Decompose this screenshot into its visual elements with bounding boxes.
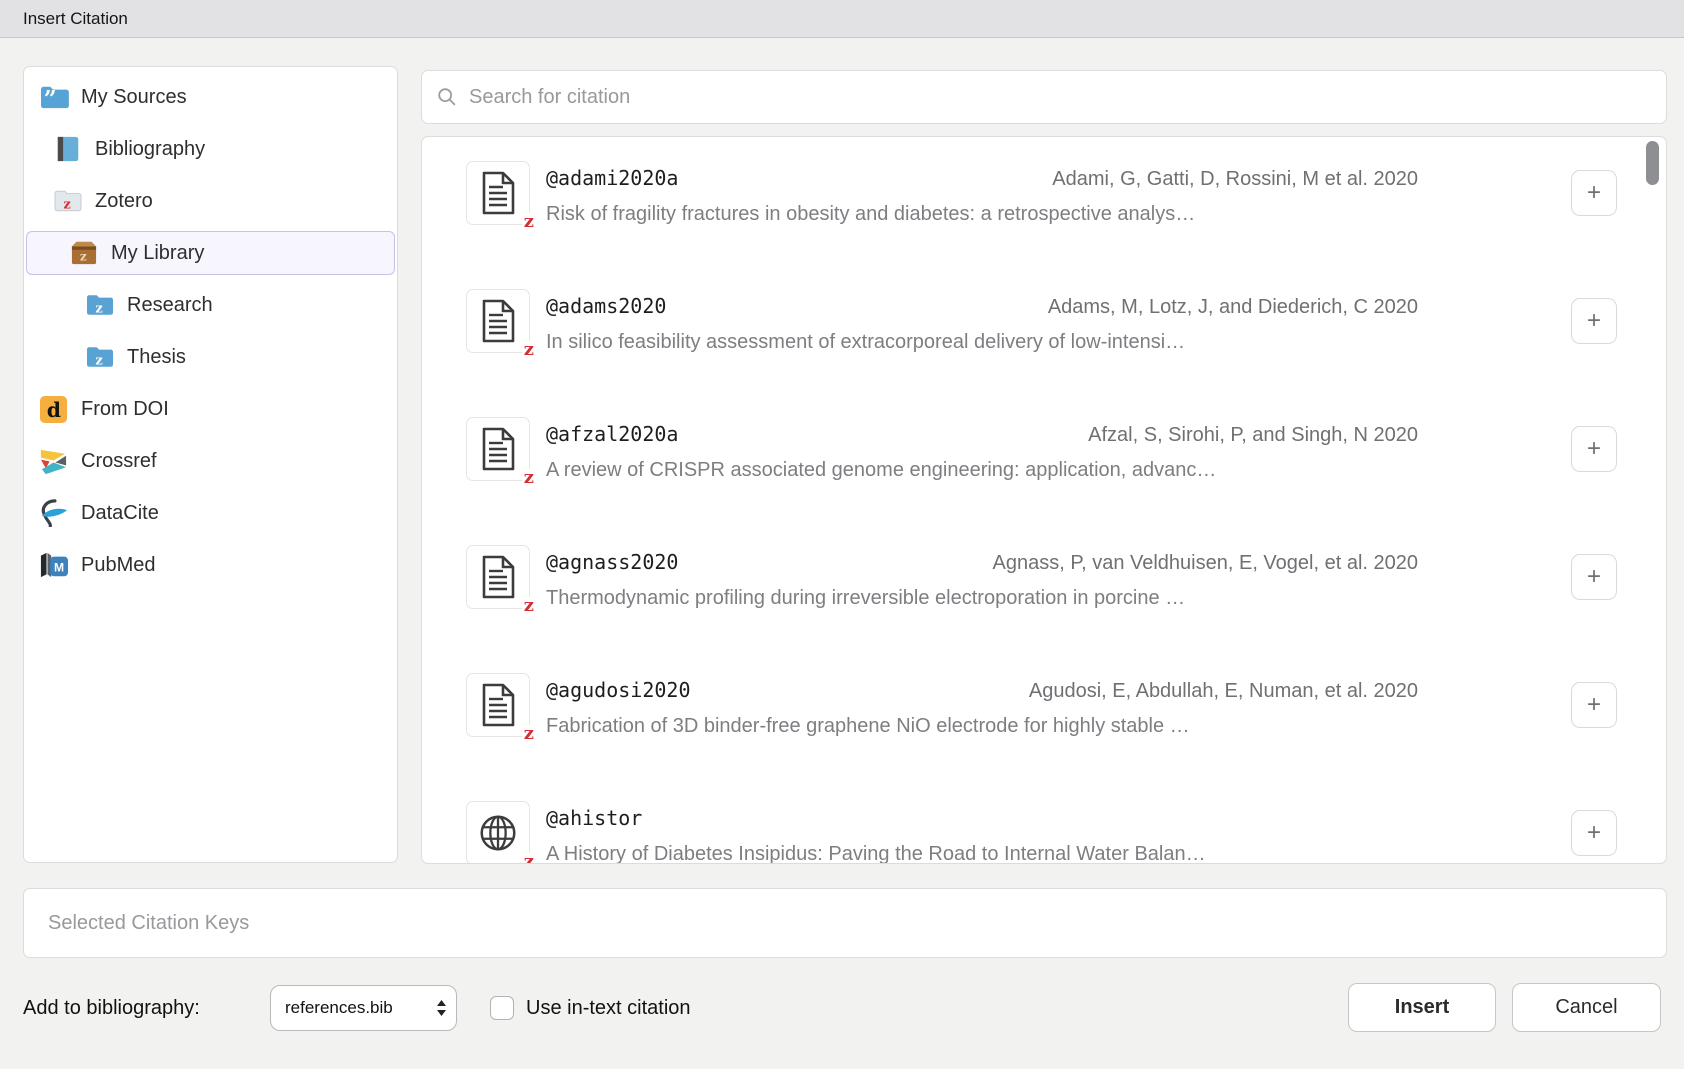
search-icon <box>436 86 458 108</box>
citation-title: In silico feasibility assessment of extr… <box>546 331 1436 354</box>
citation-row: z @agnass2020 Agnass, P, van Veldhuisen, E… <box>422 545 1667 609</box>
citation-title: Risk of fragility fractures in obesity a… <box>546 203 1436 226</box>
svg-text:z: z <box>95 301 102 316</box>
citation-key: @adami2020a <box>546 166 678 190</box>
citation-authors: Afzal, S, Sirohi, P, and Singh, N 2020 <box>1088 424 1418 447</box>
citation-key: @agnass2020 <box>546 550 678 574</box>
document-icon: z <box>466 673 530 737</box>
citation-key: @adams2020 <box>546 294 666 318</box>
sidebar-item-crossref[interactable]: Crossref <box>26 439 395 483</box>
citation-authors: Agnass, P, van Veldhuisen, E, Vogel, et … <box>993 552 1419 575</box>
globe-icon: z <box>466 801 530 864</box>
sidebar-item-label: Bibliography <box>95 138 205 161</box>
sidebar-item-label: Zotero <box>95 190 153 213</box>
citation-row: z @adami2020a Adami, G, Gatti, D, Rossini,… <box>422 161 1667 225</box>
citation-key: @ahistor <box>546 806 642 830</box>
sidebar-item-label: My Library <box>111 242 204 265</box>
svg-text:M: M <box>54 561 64 575</box>
use-intext-citation-label: Use in-text citation <box>526 983 691 1033</box>
zotero-badge-icon: z <box>522 597 536 614</box>
zotero-badge-icon: z <box>522 469 536 486</box>
datacite-icon <box>38 498 69 528</box>
selected-citation-keys-input[interactable] <box>46 911 1644 936</box>
sidebar-item-label: My Sources <box>81 86 187 109</box>
citation-list: z @adami2020a Adami, G, Gatti, D, Rossini,… <box>421 136 1667 864</box>
document-icon: z <box>466 289 530 353</box>
citation-key: @afzal2020a <box>546 422 678 446</box>
bibliography-icon <box>52 134 83 164</box>
bibliography-file-select[interactable]: references.bib <box>270 985 457 1031</box>
dialog-titlebar: Insert Citation <box>0 0 1684 38</box>
collection-icon: z <box>84 290 115 320</box>
sidebar-item-label: Research <box>127 294 213 317</box>
pubmed-icon: M <box>38 550 69 580</box>
add-citation-button[interactable]: + <box>1571 682 1617 728</box>
sidebar-item-research[interactable]: z Research <box>26 283 395 327</box>
sidebar-item-from-doi[interactable]: d From DOI <box>26 387 395 431</box>
citation-authors: Agudosi, E, Abdullah, E, Numan, et al. 2… <box>1029 680 1418 703</box>
citation-key: @agudosi2020 <box>546 678 691 702</box>
zotero-badge-icon: z <box>522 853 536 864</box>
citation-title: Fabrication of 3D binder-free graphene N… <box>546 715 1436 738</box>
document-icon: z <box>466 545 530 609</box>
sidebar-item-label: From DOI <box>81 398 169 421</box>
crossref-icon <box>38 446 69 476</box>
svg-text:z: z <box>79 249 86 263</box>
svg-text:”: ” <box>43 86 56 110</box>
sidebar-item-my-library[interactable]: z My Library <box>26 231 395 275</box>
citation-row: z @afzal2020a Afzal, S, Sirohi, P, and Sin… <box>422 417 1667 481</box>
citation-authors: Adami, G, Gatti, D, Rossini, M et al. 20… <box>1052 168 1418 191</box>
sidebar-item-pubmed[interactable]: M PubMed <box>26 543 395 587</box>
citation-title: Thermodynamic profiling during irreversi… <box>546 587 1436 610</box>
collection-icon: z <box>84 342 115 372</box>
svg-text:z: z <box>95 353 102 368</box>
citation-title: A History of Diabetes Insipidus: Paving … <box>546 843 1436 864</box>
citation-search-box[interactable] <box>421 70 1667 124</box>
bibliography-file-value: references.bib <box>285 998 393 1018</box>
selected-citation-keys-field[interactable] <box>23 888 1667 958</box>
sidebar-item-zotero[interactable]: z Zotero <box>26 179 395 223</box>
document-icon: z <box>466 161 530 225</box>
zotero-badge-icon: z <box>522 341 536 358</box>
select-arrows-icon <box>436 999 447 1017</box>
citation-authors: Adams, M, Lotz, J, and Diederich, C 2020 <box>1048 296 1418 319</box>
cancel-button[interactable]: Cancel <box>1512 983 1661 1032</box>
sidebar-item-label: Thesis <box>127 346 186 369</box>
add-citation-button[interactable]: + <box>1571 170 1617 216</box>
zotero-icon: z <box>52 186 83 216</box>
zotero-badge-icon: z <box>522 725 536 742</box>
svg-text:z: z <box>63 197 70 212</box>
sources-sidebar: ” My Sources Bibliography z Zotero z My Librar… <box>23 66 398 863</box>
citation-row: z @ahistor A History of Diabetes Insipidus… <box>422 801 1667 864</box>
my-library-icon: z <box>68 238 99 268</box>
dialog-title: Insert Citation <box>23 9 128 29</box>
add-to-bibliography-label: Add to bibliography: <box>23 983 200 1033</box>
citation-row: z @adams2020 Adams, M, Lotz, J, and Dieder… <box>422 289 1667 353</box>
citation-row: z @agudosi2020 Agudosi, E, Abdullah, E, Nu… <box>422 673 1667 737</box>
sidebar-item-my-sources[interactable]: ” My Sources <box>26 75 395 119</box>
my-sources-icon: ” <box>38 82 69 112</box>
sidebar-item-label: DataCite <box>81 502 159 525</box>
zotero-badge-icon: z <box>522 213 536 230</box>
doi-icon: d <box>38 394 69 424</box>
sidebar-item-label: Crossref <box>81 450 157 473</box>
add-citation-button[interactable]: + <box>1571 426 1617 472</box>
use-intext-citation-checkbox[interactable] <box>490 996 514 1020</box>
add-citation-button[interactable]: + <box>1571 554 1617 600</box>
insert-button[interactable]: Insert <box>1348 983 1496 1032</box>
citation-title: A review of CRISPR associated genome eng… <box>546 459 1436 482</box>
sidebar-item-datacite[interactable]: DataCite <box>26 491 395 535</box>
sidebar-item-thesis[interactable]: z Thesis <box>26 335 395 379</box>
add-citation-button[interactable]: + <box>1571 298 1617 344</box>
search-input[interactable] <box>467 85 1652 110</box>
sidebar-item-label: PubMed <box>81 554 156 577</box>
add-citation-button[interactable]: + <box>1571 810 1617 856</box>
document-icon: z <box>466 417 530 481</box>
sidebar-item-bibliography[interactable]: Bibliography <box>26 127 395 171</box>
svg-text:d: d <box>47 398 61 422</box>
